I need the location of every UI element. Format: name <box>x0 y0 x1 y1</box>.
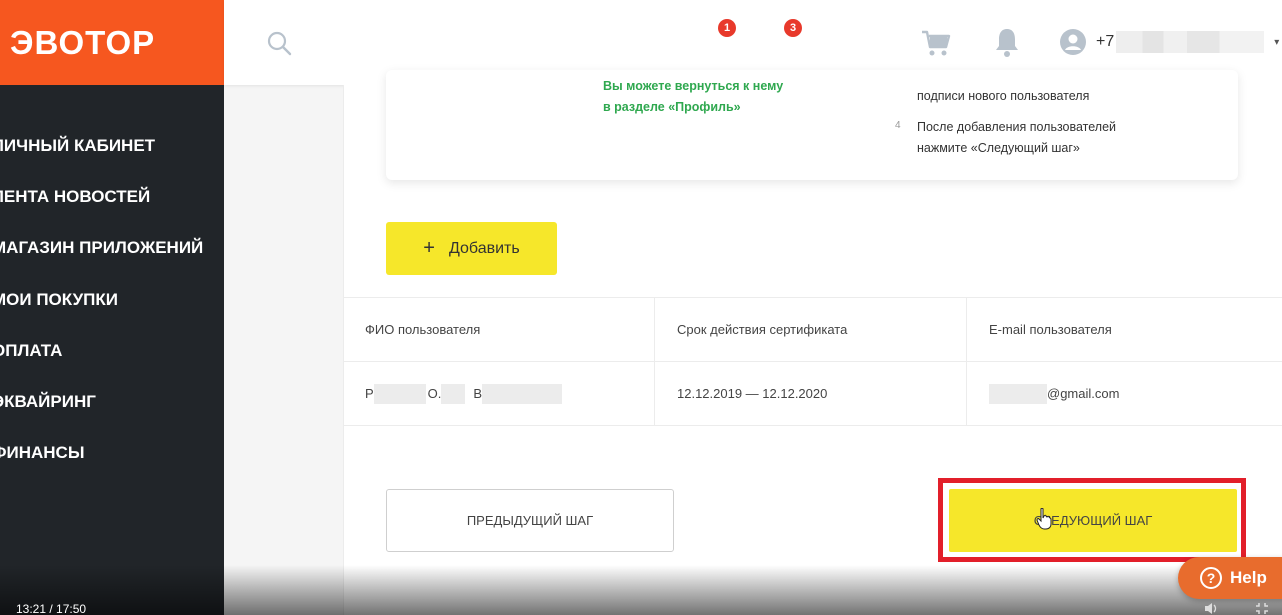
step-4-text: После добавления пользователей нажмите «… <box>917 117 1157 159</box>
profile-note-line2: в разделе «Профиль» <box>603 100 741 114</box>
table-row[interactable]: Р О. В 12.12.2019 — 12.12.2020 @gmail.co… <box>343 361 1282 426</box>
sidebar-item-purchases[interactable]: МОИ ПОКУПКИ <box>0 274 224 325</box>
plus-icon: + <box>423 237 435 259</box>
help-button[interactable]: ? Help <box>1178 557 1282 599</box>
search-icon[interactable] <box>266 30 292 56</box>
name-redacted-2 <box>441 383 466 404</box>
name-part-3: В <box>473 386 483 401</box>
volume-icon[interactable] <box>1204 602 1220 615</box>
help-icon: ? <box>1200 567 1222 589</box>
cell-validity: 12.12.2019 — 12.12.2020 <box>655 362 967 425</box>
next-step-button[interactable]: СЛЕДУЮЩИЙ ШАГ <box>949 489 1237 552</box>
previous-step-button[interactable]: ПРЕДЫДУЩИЙ ШАГ <box>386 489 674 552</box>
users-table: ФИО пользователя Срок действия сертифика… <box>343 297 1282 426</box>
column-header-email: E-mail пользователя <box>989 322 1112 337</box>
logo[interactable]: ЭВОТОР <box>0 0 224 85</box>
email-redacted <box>989 383 1047 404</box>
user-phone-prefix: +7 <box>1096 33 1115 51</box>
sidebar-item-app-store[interactable]: МАГАЗИН ПРИЛОЖЕНИЙ <box>0 223 224 274</box>
add-user-label: Добавить <box>448 239 520 257</box>
user-menu[interactable]: +7 ▾ <box>1060 28 1279 56</box>
column-header-validity: Срок действия сертификата <box>655 298 967 361</box>
step-4-line1: После добавления пользователей <box>917 120 1117 134</box>
column-header-name: ФИО пользователя <box>343 298 655 361</box>
cart-badge: 1 <box>718 19 736 37</box>
name-redacted-3 <box>482 383 563 404</box>
cart-icon[interactable] <box>921 28 951 58</box>
step-3-tail: подписи нового пользователя <box>917 86 1177 107</box>
sidebar-item-cabinet[interactable]: ЛИЧНЫЙ КАБИНЕТ <box>0 120 224 171</box>
notifications-badge: 3 <box>784 19 802 37</box>
add-user-button[interactable]: + Добавить <box>386 222 557 275</box>
user-phone-redacted <box>1116 31 1265 53</box>
step-4-line2: нажмите «Следующий шаг» <box>917 141 1080 155</box>
step-4-number: 4 <box>895 120 901 131</box>
logo-text: ЭВОТОР <box>10 23 156 61</box>
table-header: ФИО пользователя Срок действия сертифика… <box>343 297 1282 361</box>
sidebar-item-acquiring[interactable]: ЭКВАЙРИНГ <box>0 376 224 427</box>
help-label: Help <box>1230 568 1267 587</box>
cell-user-name: Р О. В <box>343 362 655 425</box>
profile-note-line1: Вы можете вернуться к нему <box>603 79 784 93</box>
sidebar-item-finance[interactable]: ФИНАНСЫ <box>0 428 224 479</box>
exit-fullscreen-icon[interactable] <box>1255 602 1269 615</box>
sidebar-item-news[interactable]: ЛЕНТА НОВОСТЕЙ <box>0 171 224 222</box>
name-redacted-1 <box>373 383 426 404</box>
sidebar-menu: ЛИЧНЫЙ КАБИНЕТ ЛЕНТА НОВОСТЕЙ МАГАЗИН ПР… <box>0 120 224 479</box>
chevron-down-icon: ▾ <box>1274 36 1280 48</box>
cell-email: @gmail.com <box>967 362 1282 425</box>
user-phone: +7 <box>1096 31 1265 53</box>
bell-icon[interactable] <box>992 26 1022 58</box>
name-part-1: Р <box>365 386 374 401</box>
hand-cursor-icon <box>1036 508 1052 530</box>
video-time: 13:21 / 17:50 <box>16 602 87 615</box>
email-suffix: @gmail.com <box>1047 386 1120 401</box>
name-part-2: О. <box>427 386 442 401</box>
step-3-text: подписи нового пользователя <box>917 89 1090 103</box>
user-avatar-icon <box>1060 29 1086 55</box>
sidebar: ЭВОТОР ЛИЧНЫЙ КАБИНЕТ ЛЕНТА НОВОСТЕЙ МАГ… <box>0 0 224 615</box>
profile-note: Вы можете вернуться к нему в разделе «Пр… <box>603 76 833 118</box>
sidebar-item-payment[interactable]: ОПЛАТА <box>0 325 224 376</box>
